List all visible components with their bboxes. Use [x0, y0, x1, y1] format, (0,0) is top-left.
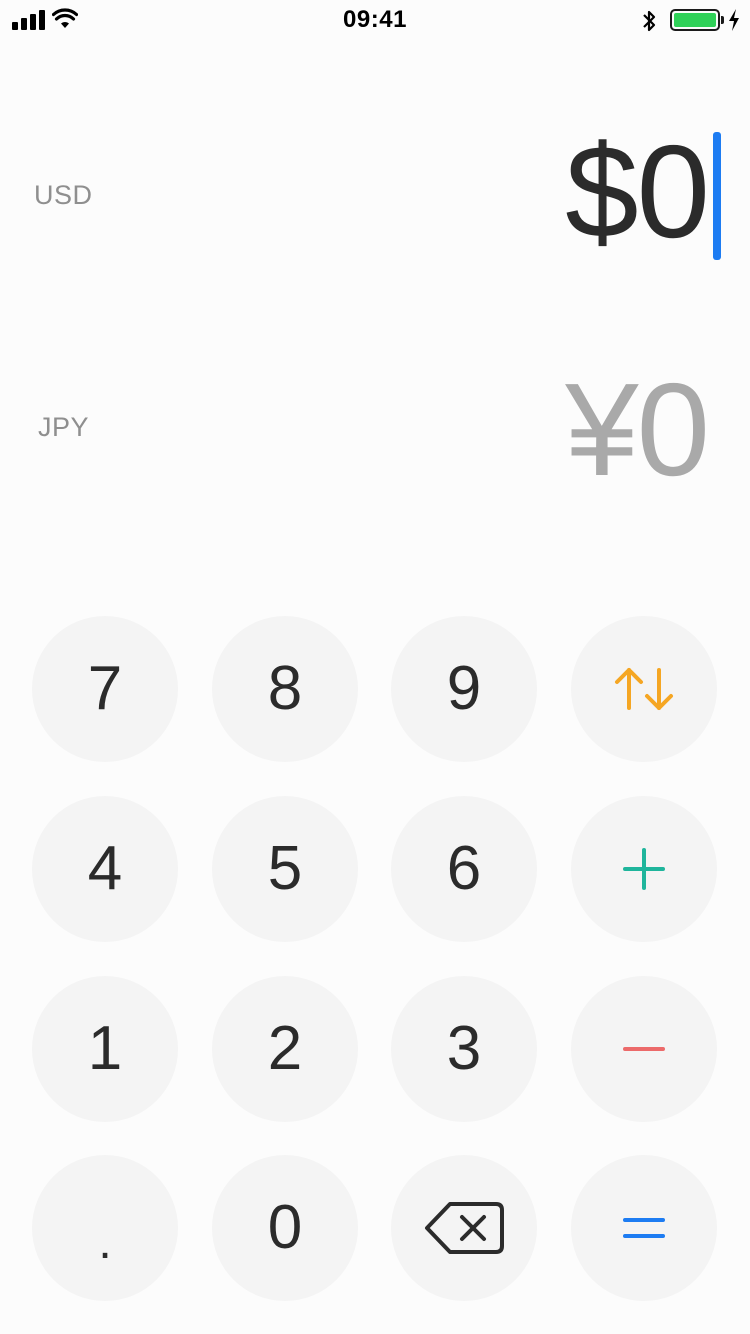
source-currency-code[interactable]: USD [34, 180, 93, 211]
key-label: 7 [87, 654, 123, 723]
bluetooth-icon [643, 10, 656, 32]
key-label: 4 [87, 834, 123, 903]
key-0[interactable]: 0 [212, 1155, 358, 1301]
key-label: . [98, 1216, 112, 1269]
key-label: 8 [267, 654, 303, 723]
key-label: 5 [267, 834, 303, 903]
backspace-button[interactable] [391, 1155, 537, 1301]
status-time: 09:41 [343, 6, 407, 33]
key-8[interactable]: 8 [212, 616, 358, 762]
key-label: 2 [267, 1014, 303, 1083]
battery-cap [721, 16, 724, 24]
input-cursor [713, 132, 721, 260]
key-7[interactable]: 7 [32, 616, 178, 762]
key-label: 6 [446, 834, 482, 903]
battery-level [674, 13, 716, 27]
battery-full-icon [670, 9, 720, 31]
status-bar: 09:41 [0, 0, 750, 40]
backspace-icon [425, 1202, 504, 1254]
target-currency-code[interactable]: JPY [38, 412, 89, 443]
key-1[interactable]: 1 [32, 976, 178, 1122]
key-4[interactable]: 4 [32, 796, 178, 942]
equals-icon [623, 1218, 665, 1238]
plus-icon [623, 848, 665, 890]
key-2[interactable]: 2 [212, 976, 358, 1122]
minus-button[interactable] [571, 976, 717, 1122]
charging-bolt-icon [729, 9, 739, 31]
target-currency-row[interactable]: JPY ¥0 [0, 360, 750, 500]
key-6[interactable]: 6 [391, 796, 537, 942]
source-currency-row[interactable]: USD $0 [0, 120, 750, 280]
key-label: 3 [446, 1014, 482, 1083]
key-9[interactable]: 9 [391, 616, 537, 762]
plus-button[interactable] [571, 796, 717, 942]
equals-button[interactable] [571, 1155, 717, 1301]
minus-icon [623, 1047, 665, 1051]
key-label: 9 [446, 654, 482, 723]
swap-currencies-button[interactable] [571, 616, 717, 762]
swap-arrows-icon [615, 668, 673, 710]
target-amount: ¥0 [565, 356, 710, 503]
key-5[interactable]: 5 [212, 796, 358, 942]
decimal-point-key[interactable]: . [32, 1155, 178, 1301]
source-amount[interactable]: $0 [565, 126, 710, 258]
key-label: 1 [87, 1014, 123, 1083]
key-label: 0 [267, 1193, 303, 1262]
key-3[interactable]: 3 [391, 976, 537, 1122]
